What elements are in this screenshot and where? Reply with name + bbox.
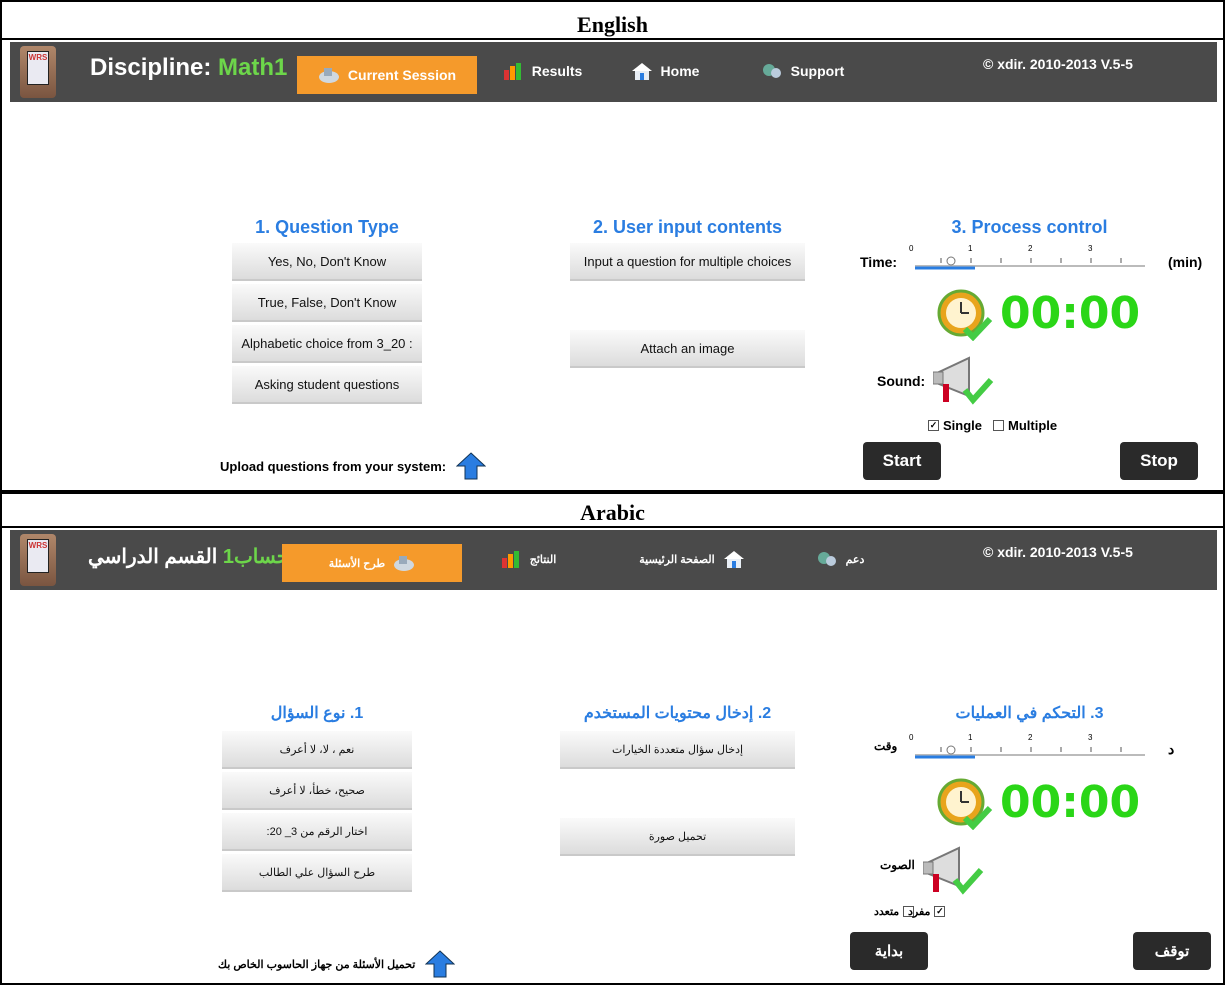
phone-logo-icon: WRS	[20, 46, 56, 98]
upload-questions[interactable]: Upload questions from your system:	[220, 452, 487, 480]
upload-arrow-icon[interactable]	[425, 950, 456, 978]
question-type-heading: 1. نوع السؤال	[270, 705, 364, 722]
single-checkbox[interactable]: ✓ Single	[928, 418, 982, 433]
attach-image-button[interactable]: تحميل صورة	[560, 818, 795, 856]
process-control-heading: 3. التحكم في العمليات	[955, 705, 1104, 722]
tab-current-session[interactable]: طرح الأسئلة	[282, 544, 462, 582]
bar-chart-icon	[503, 63, 521, 80]
tick-label: 3	[1088, 733, 1093, 742]
tick-label: 1	[968, 733, 973, 742]
start-button[interactable]: بداية	[850, 932, 928, 970]
upload-questions[interactable]: تحميل الأسئلة من جهاز الحاسوب الخاص بك	[218, 950, 456, 978]
checkbox-icon: ✓	[928, 420, 939, 431]
alarm-clock-icon	[937, 289, 993, 341]
megaphone-icon[interactable]	[933, 350, 995, 408]
time-slider[interactable]: 0 1 2 3 4	[905, 733, 1145, 763]
alarm-clock-icon	[937, 778, 993, 830]
multiple-choice-input-button[interactable]: إدخال سؤال متعددة الخيارات	[560, 731, 795, 769]
attach-image-button[interactable]: Attach an image	[570, 330, 805, 368]
alphabetic-choice-button[interactable]: Alphabetic choice from 3_20 :	[232, 325, 422, 363]
tab-current-session[interactable]: Current Session	[297, 56, 477, 94]
copyright-text: © xdir. 2010-2013 V.5-5	[983, 56, 1133, 72]
time-label: وقت	[874, 739, 898, 753]
multiple-checkbox[interactable]: Multiple	[993, 418, 1057, 433]
alphabetic-choice-button[interactable]: اختار الرقم من 3_ 20:	[222, 813, 412, 851]
stop-button[interactable]: Stop	[1120, 442, 1198, 480]
home-icon	[631, 63, 652, 80]
presenter-icon	[394, 556, 415, 571]
home-icon	[723, 551, 744, 568]
arabic-section-title: Arabic	[0, 500, 1225, 526]
upload-arrow-icon[interactable]	[456, 452, 487, 480]
tab-home[interactable]: الصفحة الرئيسية	[622, 542, 762, 576]
time-unit: د	[1168, 741, 1175, 757]
true-false-button[interactable]: True, False, Don't Know	[232, 284, 422, 322]
single-checkbox[interactable]: مفرد ✓	[908, 905, 946, 918]
arabic-header: WRS حساب1 القسم الدراسي طرح الأسئلة النت…	[10, 530, 1217, 590]
tab-results[interactable]: النتائج	[488, 542, 568, 576]
sound-label: Sound:	[877, 373, 926, 389]
start-button[interactable]: Start	[863, 442, 941, 480]
tick-label: 3	[1088, 244, 1093, 253]
checkbox-icon: ✓	[934, 906, 946, 917]
true-false-button[interactable]: صحيح، خطأ، لا أعرف	[222, 772, 412, 810]
tick-label: 2	[1028, 733, 1033, 742]
tick-label: 1	[968, 244, 973, 253]
discipline-title: حساب1 القسم الدراسي	[88, 546, 290, 568]
presenter-icon	[318, 68, 339, 83]
timer-display: 00:00	[1000, 288, 1141, 339]
divider	[0, 526, 1225, 528]
divider	[0, 38, 1225, 40]
sound-label: الصوت	[880, 858, 915, 872]
tab-results[interactable]: Results	[497, 54, 587, 88]
phone-logo-icon: WRS	[20, 534, 56, 586]
english-section-title: English	[0, 12, 1225, 38]
time-label: Time:	[860, 254, 898, 270]
tick-label: 0	[909, 244, 914, 253]
stop-button[interactable]: توقف	[1133, 932, 1211, 970]
time-unit: (min)	[1168, 254, 1203, 270]
bar-chart-icon	[501, 551, 519, 568]
checkbox-icon	[993, 420, 1004, 431]
tick-label: 2	[1028, 244, 1033, 253]
support-icon	[817, 552, 836, 566]
user-input-heading: 2. إدخال محتويات المستخدم	[583, 705, 772, 722]
tab-support[interactable]: دعم	[810, 542, 870, 576]
user-input-heading: 2. User input contents	[592, 217, 783, 237]
timer-display: 00:00	[1000, 777, 1141, 828]
yes-no-button[interactable]: نعم ، لا، لا أعرف	[222, 731, 412, 769]
english-header: WRS Discipline: Math1 Current Session Re…	[10, 42, 1217, 102]
tick-label: 0	[909, 733, 914, 742]
discipline-title: Discipline: Math1	[90, 54, 288, 81]
support-icon	[762, 64, 781, 78]
time-slider[interactable]: 0 1 2 3 4	[905, 244, 1145, 274]
ask-student-button[interactable]: Asking student questions	[232, 366, 422, 404]
process-control-heading: 3. Process control	[951, 217, 1108, 237]
multiple-choice-input-button[interactable]: Input a question for multiple choices	[570, 243, 805, 281]
copyright-text: © xdir. 2010-2013 V.5-5	[983, 544, 1133, 560]
tab-support[interactable]: Support	[755, 54, 850, 88]
ask-student-button[interactable]: طرح السؤال علي الطالب	[222, 854, 412, 892]
yes-no-button[interactable]: Yes, No, Don't Know	[232, 243, 422, 281]
megaphone-icon[interactable]	[923, 840, 985, 898]
question-type-heading: 1. Question Type	[255, 217, 399, 237]
tab-home[interactable]: Home	[625, 54, 705, 88]
